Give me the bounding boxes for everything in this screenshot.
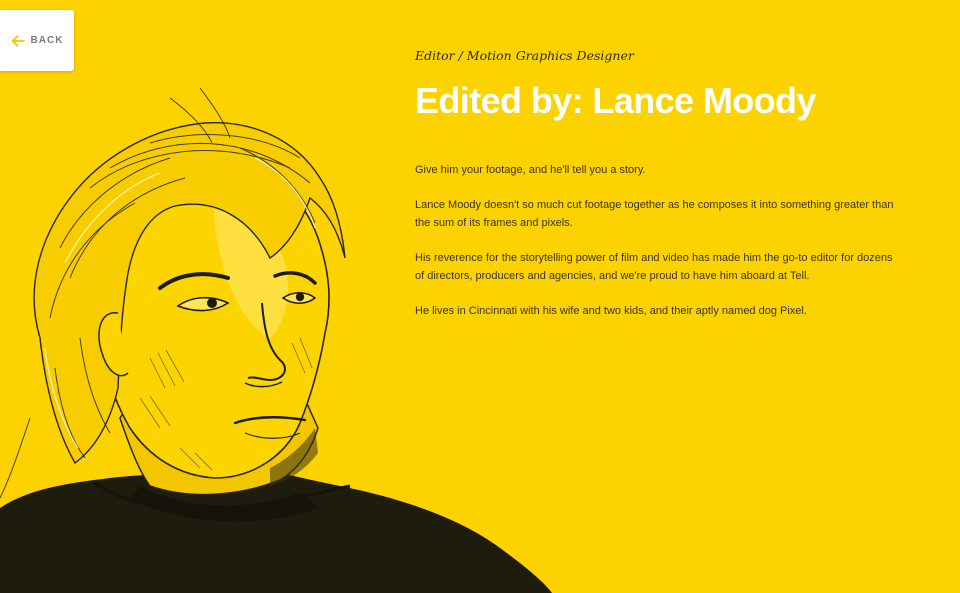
bio-paragraph: His reverence for the storytelling power…	[415, 252, 893, 282]
bio-paragraph: He lives in Cincinnati with his wife and…	[415, 305, 807, 317]
profile-content: Editor / Motion Graphics Designer Edited…	[415, 48, 905, 337]
bio-paragraph: Give him your footage, and he'll tell yo…	[415, 164, 646, 176]
profile-page: BACK Editor / Motion Graphics Designer E…	[0, 0, 960, 593]
back-label: BACK	[30, 35, 64, 46]
arrow-left-icon	[11, 34, 25, 47]
bio-paragraph: Lance Moody doesn't so much cut footage …	[415, 199, 894, 229]
bio-text: Give him your footage, and he'll tell yo…	[415, 161, 905, 320]
back-button[interactable]: BACK	[0, 10, 74, 71]
page-title: Edited by: Lance Moody	[415, 80, 816, 121]
role-subtitle: Editor / Motion Graphics Designer	[415, 48, 634, 63]
